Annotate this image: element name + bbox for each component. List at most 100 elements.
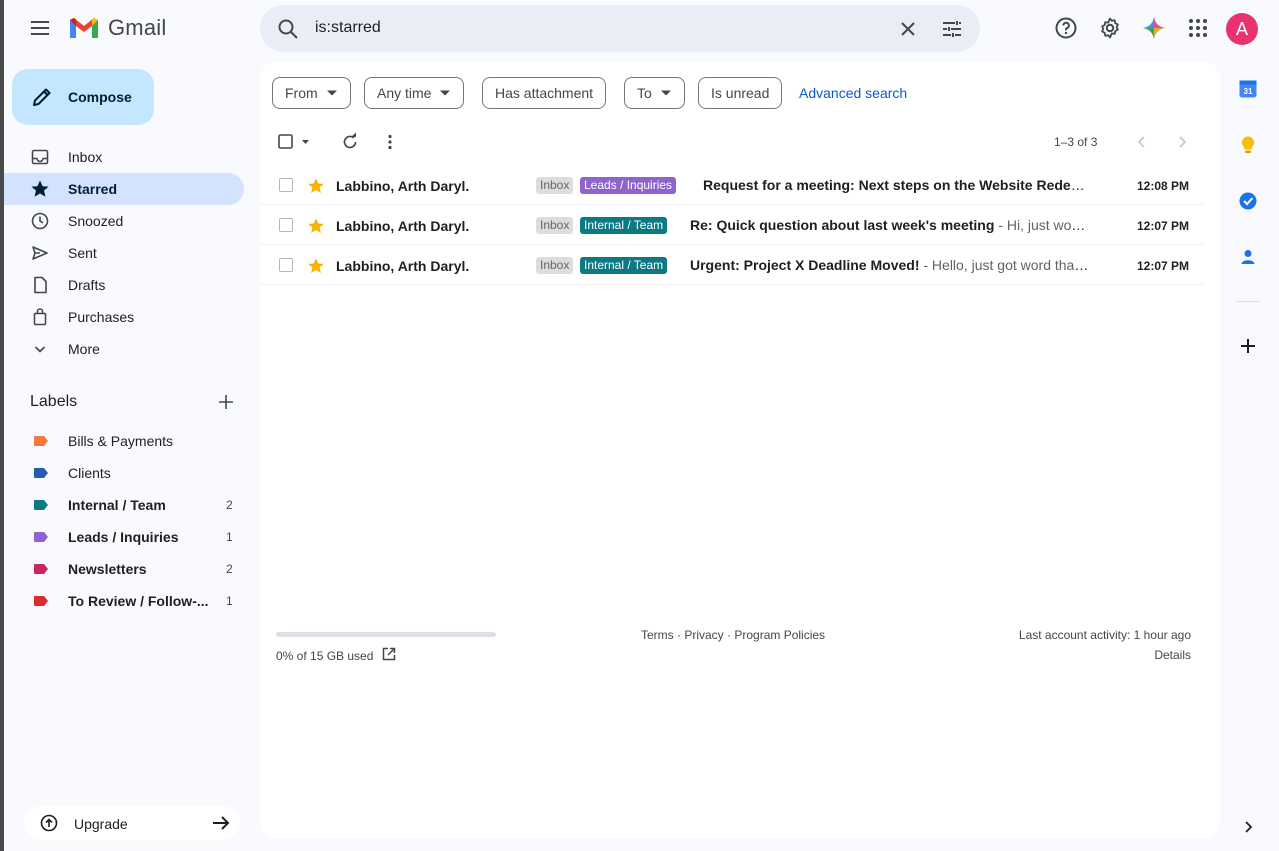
sidebar-item-label: Starred xyxy=(68,181,118,197)
add-icon[interactable] xyxy=(1238,336,1258,356)
select-all-checkbox[interactable] xyxy=(278,133,310,151)
compose-button[interactable]: Compose xyxy=(12,69,154,125)
label-badge[interactable]: Internal / Team xyxy=(580,257,668,274)
filter-chip[interactable]: Has attachment xyxy=(482,77,607,109)
sidebar-item-starred[interactable]: Starred xyxy=(4,173,244,205)
filter-chip-label: From xyxy=(285,85,318,101)
sidebar-item-purchases[interactable]: Purchases xyxy=(4,301,244,333)
filter-chip-label: To xyxy=(637,85,652,101)
keep-icon[interactable] xyxy=(1238,135,1258,155)
label-item[interactable]: To Review / Follow-... 1 xyxy=(4,585,244,617)
starred-icon[interactable] xyxy=(307,257,325,275)
email-row[interactable]: Labbino, Arth Daryl. Inbox Leads / Inquiri… xyxy=(260,165,1204,205)
sidebar-item-drafts[interactable]: Drafts xyxy=(4,269,244,301)
search-bar[interactable]: is:starred xyxy=(260,5,980,52)
apps-icon[interactable] xyxy=(1186,16,1210,40)
email-subject-line: Re: Quick question about last week's mee… xyxy=(690,217,1090,233)
starred-icon[interactable] xyxy=(307,217,325,235)
next-page-icon[interactable] xyxy=(1172,132,1192,152)
app-name: Gmail xyxy=(108,15,167,40)
dropdown-arrow-icon xyxy=(440,90,451,96)
sidebar-item-label: Inbox xyxy=(68,149,103,165)
label-name: Bills & Payments xyxy=(68,433,174,449)
expand-panel-icon[interactable] xyxy=(1238,817,1258,837)
label-item[interactable]: Bills & Payments xyxy=(4,425,244,457)
inbox-badge[interactable]: Inbox xyxy=(536,177,574,194)
email-row[interactable]: Labbino, Arth Daryl. Inbox Internal / Team… xyxy=(260,245,1204,285)
labels-heading: Labels xyxy=(30,393,78,410)
filter-chip-label: Is unread xyxy=(711,85,770,101)
label-badge[interactable]: Internal / Team xyxy=(580,217,668,234)
sidebar-item-label: Sent xyxy=(68,245,97,261)
row-checkbox[interactable] xyxy=(279,258,293,272)
terms-link[interactable]: Terms xyxy=(641,628,674,642)
shopping-bag-icon xyxy=(30,307,50,327)
label-count: 1 xyxy=(226,530,233,544)
refresh-icon[interactable] xyxy=(340,132,360,152)
sidebar-item-snoozed[interactable]: Snoozed xyxy=(4,205,244,237)
inbox-badge[interactable]: Inbox xyxy=(536,217,574,234)
calendar-icon[interactable]: 31 xyxy=(1238,79,1258,99)
draft-icon xyxy=(30,275,50,295)
row-checkbox[interactable] xyxy=(279,218,293,232)
sidebar-item-label: Snoozed xyxy=(68,213,124,229)
label-badge[interactable]: Leads / Inquiries xyxy=(580,177,677,194)
clear-search-icon[interactable] xyxy=(896,17,920,41)
prev-page-icon[interactable] xyxy=(1132,132,1152,152)
gmail-logo[interactable]: Gmail xyxy=(68,15,166,41)
star-icon xyxy=(30,179,50,199)
gemini-icon[interactable] xyxy=(1142,16,1166,40)
row-checkbox[interactable] xyxy=(279,178,293,192)
external-link-icon[interactable] xyxy=(381,646,397,662)
filter-chip[interactable]: To xyxy=(624,77,685,109)
email-time: 12:08 PM xyxy=(1137,179,1190,193)
main-menu-icon[interactable] xyxy=(28,16,52,40)
search-input[interactable]: is:starred xyxy=(315,19,381,37)
filter-chip-label: Any time xyxy=(377,85,432,101)
more-options-icon[interactable] xyxy=(380,132,400,152)
filter-chip[interactable]: Any time xyxy=(364,77,465,109)
starred-icon[interactable] xyxy=(307,177,325,195)
filter-chip[interactable]: From xyxy=(272,77,351,109)
search-options-icon[interactable] xyxy=(940,17,964,41)
details-link[interactable]: Details xyxy=(1154,648,1191,662)
search-icon[interactable] xyxy=(276,17,300,41)
filter-chip-label: Has attachment xyxy=(495,85,594,101)
upgrade-button[interactable]: Upgrade xyxy=(24,806,240,840)
chevron-down-icon xyxy=(30,339,50,359)
pagination-text: 1–3 of 3 xyxy=(1054,135,1098,149)
sidebar-item-inbox[interactable]: Inbox xyxy=(4,141,244,173)
label-name: Leads / Inquiries xyxy=(68,529,179,545)
program-policies-link[interactable]: Program Policies xyxy=(734,628,825,642)
storage-text: 0% of 15 GB used xyxy=(276,649,374,663)
settings-icon[interactable] xyxy=(1098,16,1122,40)
sidebar-item-sent[interactable]: Sent xyxy=(4,237,244,269)
label-count: 2 xyxy=(226,498,233,512)
add-label-icon[interactable] xyxy=(216,392,236,412)
filter-chip[interactable]: Is unread xyxy=(698,77,783,109)
sidebar-item-more[interactable]: More xyxy=(4,333,244,365)
help-icon[interactable] xyxy=(1054,16,1078,40)
email-row[interactable]: Labbino, Arth Daryl. Inbox Internal / Team… xyxy=(260,205,1204,245)
email-time: 12:07 PM xyxy=(1137,259,1190,273)
label-tag-icon xyxy=(33,435,49,447)
main-panel: From Any time Has attachment To Is unread Ad… xyxy=(260,62,1220,838)
contacts-icon[interactable] xyxy=(1238,247,1258,267)
inbox-icon xyxy=(30,147,50,167)
gmail-m-icon xyxy=(70,18,98,38)
label-item[interactable]: Leads / Inquiries 1 xyxy=(4,521,244,553)
label-tag-icon xyxy=(33,595,49,607)
advanced-search-link[interactable]: Advanced search xyxy=(799,85,907,101)
avatar[interactable]: A xyxy=(1226,13,1258,45)
email-subject-line: Urgent: Project X Deadline Moved! - Hell… xyxy=(690,257,1090,273)
label-item[interactable]: Clients xyxy=(4,457,244,489)
label-name: To Review / Follow-... xyxy=(68,593,209,609)
clock-icon xyxy=(30,211,50,231)
privacy-link[interactable]: Privacy xyxy=(684,628,723,642)
label-count: 1 xyxy=(226,594,233,608)
inbox-badge[interactable]: Inbox xyxy=(536,257,574,274)
label-item[interactable]: Internal / Team 2 xyxy=(4,489,244,521)
tasks-icon[interactable] xyxy=(1238,191,1258,211)
separator: · xyxy=(723,628,735,642)
label-item[interactable]: Newsletters 2 xyxy=(4,553,244,585)
